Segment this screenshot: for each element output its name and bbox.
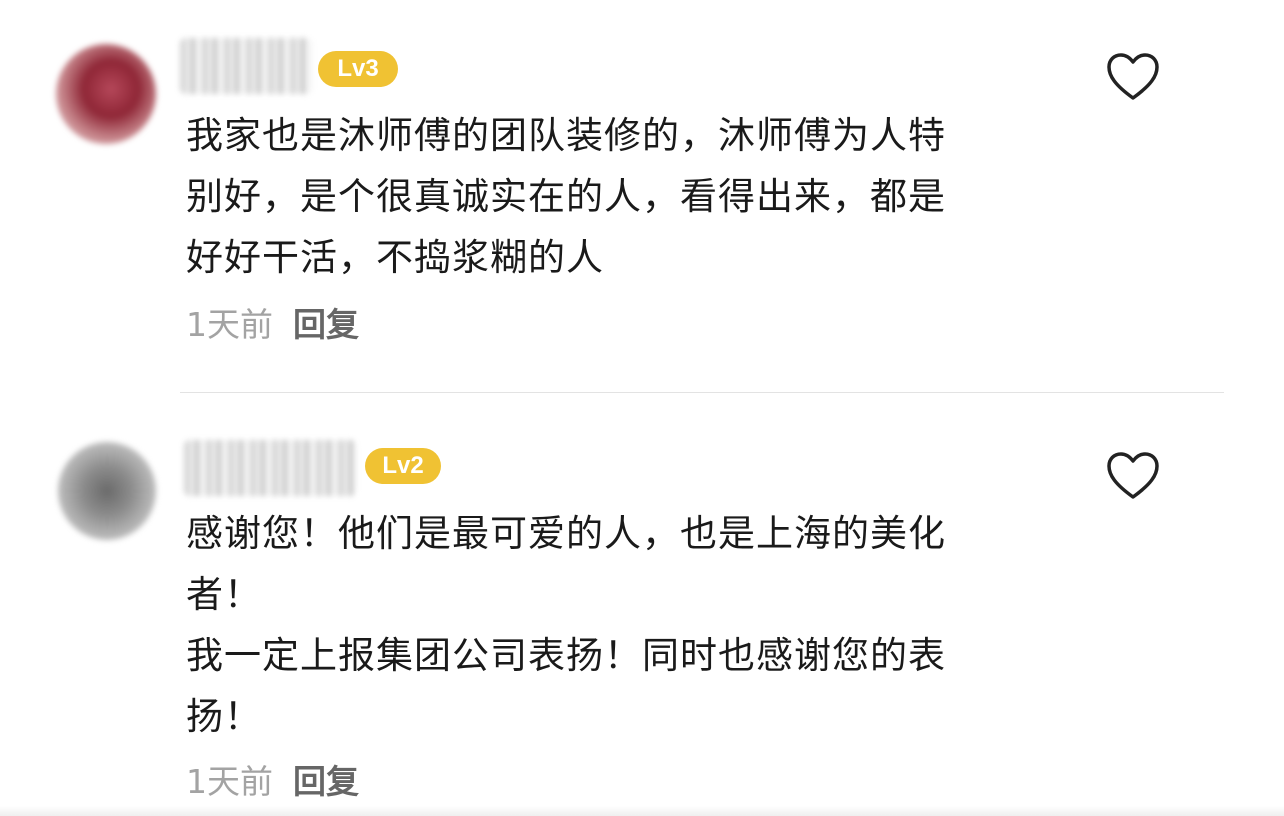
level-badge: Lv3 (318, 51, 398, 87)
username-blurred[interactable] (180, 38, 312, 94)
heart-outline-icon[interactable] (1105, 451, 1161, 501)
comment-text: 感谢您！他们是最可爱的人，也是上海的美化 者！ 我一定上报集团公司表扬！同时也感… (186, 503, 1066, 747)
comment-text-line: 我一定上报集团公司表扬！同时也感谢您的表 (186, 634, 946, 677)
comment-meta: 1天前 回复 (186, 305, 359, 345)
avatar[interactable] (56, 44, 156, 144)
comment-text-line: 好好干活，不捣浆糊的人 (186, 236, 604, 279)
reply-button[interactable]: 回复 (293, 762, 359, 801)
comment-text-line: 者！ (186, 573, 262, 616)
timestamp: 1天前 (186, 305, 273, 344)
avatar[interactable] (58, 442, 156, 540)
comment-text: 我家也是沐师傅的团队装修的，沐师傅为人特 别好，是个很真诚实在的人，看得出来，都… (186, 105, 1066, 288)
bottom-edge-shadow (0, 806, 1284, 816)
reply-button[interactable]: 回复 (293, 305, 359, 344)
level-badge: Lv2 (365, 448, 441, 484)
comment-divider (180, 392, 1224, 393)
comment-text-line: 扬！ (186, 695, 262, 738)
comment-text-line: 别好，是个很真诚实在的人，看得出来，都是 (186, 175, 946, 218)
heart-outline-icon[interactable] (1105, 52, 1161, 102)
timestamp: 1天前 (186, 762, 273, 801)
comment-meta: 1天前 回复 (186, 762, 359, 802)
comment-text-line: 感谢您！他们是最可爱的人，也是上海的美化 (186, 512, 946, 555)
username-blurred[interactable] (184, 440, 356, 496)
comment-text-line: 我家也是沐师傅的团队装修的，沐师傅为人特 (186, 114, 946, 157)
